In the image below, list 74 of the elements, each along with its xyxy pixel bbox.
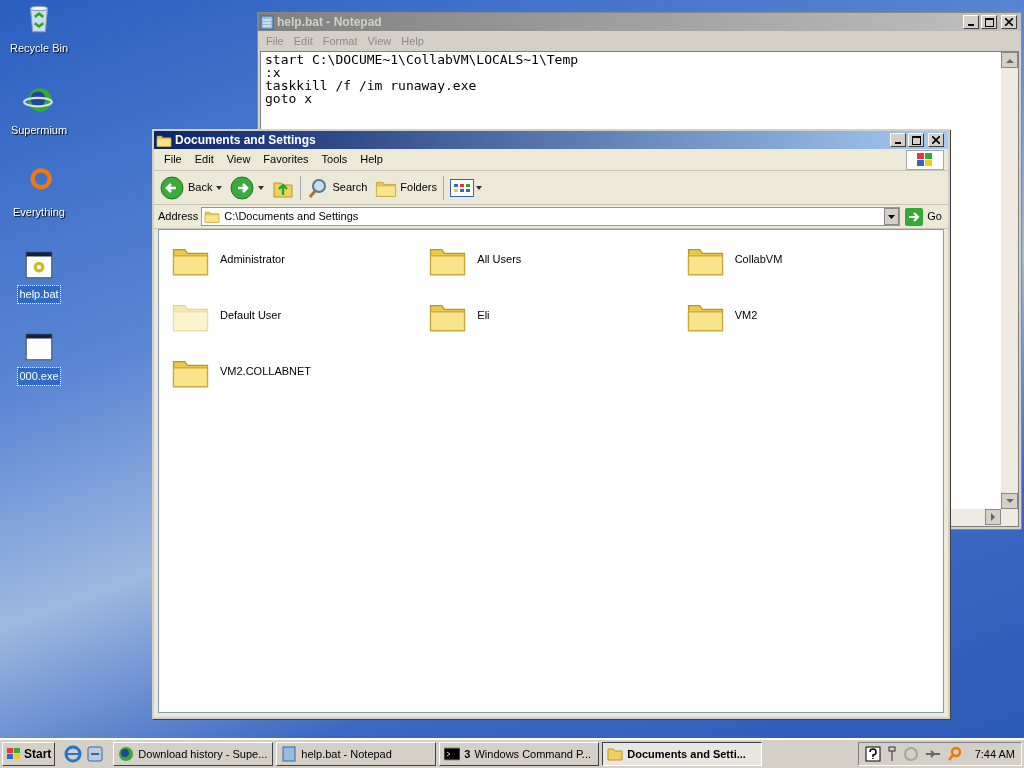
- text-line: goto x: [265, 92, 313, 105]
- browser-e-icon[interactable]: [64, 745, 83, 763]
- caret-icon: [888, 214, 896, 219]
- forward-button[interactable]: [228, 173, 267, 202]
- maximize-button[interactable]: [908, 133, 924, 147]
- views-icon: [450, 178, 474, 197]
- maximize-icon: [911, 135, 921, 145]
- menu-item[interactable]: Tools: [315, 151, 354, 168]
- dropdown-button[interactable]: [884, 208, 900, 225]
- text-line: start C:\DOCUME~1\CollabVM\LOCALS~1\Temp: [265, 53, 580, 66]
- taskbar-button[interactable]: help.bat - Notepad: [276, 742, 437, 766]
- menu-item[interactable]: View: [220, 151, 257, 168]
- minimize-button[interactable]: [890, 133, 906, 147]
- text-line: :x: [265, 66, 282, 79]
- folder-name[interactable]: All Users: [477, 251, 522, 268]
- notepad-icon: [260, 14, 274, 30]
- maximize-button[interactable]: [981, 15, 997, 29]
- folder-name[interactable]: CollabVM: [734, 251, 783, 268]
- desktop-icon[interactable]: [86, 745, 105, 763]
- help-icon[interactable]: [864, 746, 881, 762]
- down-arrow-icon: [1005, 498, 1014, 504]
- terminal-icon: [444, 746, 461, 762]
- minimize-button[interactable]: [963, 15, 979, 29]
- folder-name[interactable]: VM2: [734, 307, 758, 324]
- scroll-down-button[interactable]: [1001, 493, 1018, 509]
- taskbar-button[interactable]: Download history - Supe...: [113, 742, 274, 766]
- right-arrow-icon: [990, 513, 996, 521]
- close-icon: [932, 136, 940, 144]
- menu-item[interactable]: File: [158, 151, 188, 168]
- text-line: taskkill /f /im runaway.exe: [265, 79, 478, 92]
- flag-icon: [916, 151, 934, 168]
- scroll-up-button[interactable]: [1001, 52, 1018, 68]
- close-icon: [1005, 18, 1013, 26]
- taskbar-button[interactable]: 3 Windows Command P...: [439, 742, 600, 766]
- desktop-icon-label[interactable]: Recycle Bin: [8, 40, 70, 57]
- vertical-scrollbar[interactable]: [1001, 52, 1018, 526]
- window-title: Documents and Settings: [175, 132, 316, 149]
- address-field[interactable]: C:\Documents and Settings: [201, 207, 901, 226]
- up-arrow-icon: [1005, 57, 1014, 63]
- close-button[interactable]: [928, 133, 944, 147]
- clock: 7:44 AM: [974, 746, 1015, 762]
- folder-name[interactable]: Default User: [220, 307, 282, 324]
- caret-icon: [476, 185, 482, 190]
- search-button[interactable]: Search: [305, 173, 370, 202]
- folder-icon: [607, 746, 624, 762]
- close-button[interactable]: [1001, 15, 1017, 29]
- menu-item[interactable]: Favorites: [257, 151, 315, 168]
- menu-item[interactable]: Edit: [188, 151, 220, 168]
- scroll-right-button[interactable]: [985, 509, 1001, 525]
- folder-name[interactable]: Eli: [477, 307, 490, 324]
- folder-icon: [156, 132, 172, 148]
- windows-logo-icon: [6, 747, 22, 761]
- folder-icon: [204, 209, 221, 224]
- caret-icon: [258, 185, 265, 190]
- desktop-icon-label[interactable]: 000.exe: [18, 368, 60, 385]
- address-label: Address: [158, 209, 199, 225]
- desktop-icon-label[interactable]: help.bat: [18, 286, 60, 303]
- folder-name[interactable]: Administrator: [220, 251, 285, 268]
- address-text: C:\Documents and Settings: [224, 209, 360, 225]
- window-title: help.bat - Notepad: [277, 14, 382, 31]
- globe-icon: [118, 746, 135, 762]
- back-button[interactable]: Back: [158, 173, 225, 202]
- maximize-icon: [984, 17, 994, 27]
- folder-name[interactable]: VM2.COLLABNET: [220, 363, 312, 380]
- caret-icon: [216, 185, 223, 190]
- folders-button[interactable]: Folders: [373, 173, 439, 202]
- notepad-icon: [281, 746, 298, 762]
- desktop-icon-label[interactable]: Supermium: [9, 122, 69, 139]
- desktop-icon-label[interactable]: Everything: [12, 204, 66, 221]
- menu-item[interactable]: Help: [354, 151, 389, 168]
- taskbar-button[interactable]: Documents and Setti...: [602, 742, 763, 766]
- go-button[interactable]: Go: [903, 207, 944, 226]
- window-count: 3: [464, 746, 471, 762]
- start-button[interactable]: Start: [2, 742, 56, 766]
